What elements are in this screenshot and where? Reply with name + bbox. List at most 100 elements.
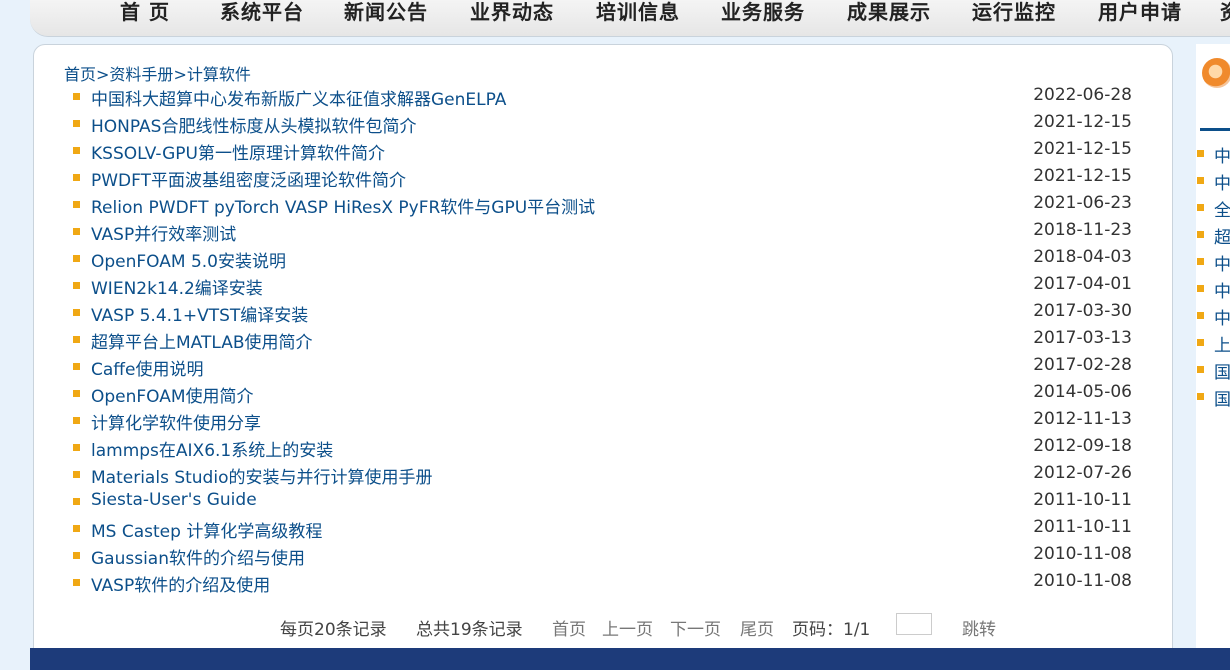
first-page-link[interactable]: 首页 <box>552 615 586 640</box>
article-link[interactable]: Caffe使用说明 <box>91 355 203 380</box>
nav-training[interactable]: 培训信息 <box>596 0 680 25</box>
list-item: KSSOLV-GPU第一性原理计算软件简介 2021-12-15 <box>70 139 1134 168</box>
bullet-icon <box>73 255 80 262</box>
article-link[interactable]: KSSOLV-GPU第一性原理计算软件简介 <box>91 139 385 164</box>
nav-home[interactable]: 首 页 <box>120 0 170 25</box>
next-page-link[interactable]: 下一页 <box>670 615 721 640</box>
bullet-icon <box>73 363 80 370</box>
sidebar-header-icon <box>1202 58 1230 88</box>
page-number-text: 页码：1/1 <box>792 620 871 640</box>
sidebar-link[interactable]: 中 <box>1214 277 1230 302</box>
list-item: 全 <box>1196 198 1230 225</box>
article-link[interactable]: HONPAS合肥线性标度从头模拟软件包简介 <box>91 112 416 137</box>
bullet-icon <box>73 444 80 451</box>
article-date: 2017-03-13 <box>1033 328 1132 348</box>
breadcrumb-home[interactable]: 首页 <box>64 65 96 84</box>
article-date: 2021-06-23 <box>1033 193 1132 213</box>
article-link[interactable]: 超算平台上MATLAB使用简介 <box>91 328 313 353</box>
list-item: Caffe使用说明 2017-02-28 <box>70 355 1134 384</box>
divider <box>1200 128 1230 131</box>
breadcrumb-current[interactable]: 计算软件 <box>187 65 251 84</box>
article-date: 2021-12-15 <box>1033 166 1132 186</box>
bullet-icon <box>73 579 80 586</box>
prev-page-link[interactable]: 上一页 <box>602 615 653 640</box>
last-page-link[interactable]: 尾页 <box>740 615 774 640</box>
article-date: 2010-11-08 <box>1033 544 1132 564</box>
article-link[interactable]: VASP 5.4.1+VTST编译安装 <box>91 301 308 326</box>
article-date: 2017-03-30 <box>1033 301 1132 321</box>
article-link[interactable]: OpenFOAM 5.0安装说明 <box>91 247 286 272</box>
article-date: 2021-12-15 <box>1033 112 1132 132</box>
list-item: OpenFOAM 5.0安装说明 2018-04-03 <box>70 247 1134 276</box>
footer-bar <box>30 648 1230 670</box>
list-item: OpenFOAM使用简介 2014-05-06 <box>70 382 1134 411</box>
sidebar-link[interactable]: 国 <box>1214 385 1230 410</box>
bullet-icon <box>73 390 80 397</box>
article-link[interactable]: OpenFOAM使用简介 <box>91 382 254 407</box>
nav-achievements[interactable]: 成果展示 <box>847 0 931 25</box>
top-navigation: 首 页 系统平台 新闻公告 业界动态 培训信息 业务服务 成果展示 运行监控 用… <box>30 0 1230 37</box>
bullet-icon <box>73 147 80 154</box>
article-panel: 首页>资料手册>计算软件 中国科大超算中心发布新版广义本征值求解器GenELPA… <box>33 44 1173 656</box>
nav-monitoring[interactable]: 运行监控 <box>972 0 1056 25</box>
article-link[interactable]: 中国科大超算中心发布新版广义本征值求解器GenELPA <box>91 85 506 110</box>
list-item: 超 <box>1196 225 1230 252</box>
sidebar-link[interactable]: 中 <box>1214 142 1230 167</box>
article-date: 2012-09-18 <box>1033 436 1132 456</box>
list-item: Materials Studio的安装与并行计算使用手册 2012-07-26 <box>70 463 1134 492</box>
list-item: HONPAS合肥线性标度从头模拟软件包简介 2021-12-15 <box>70 112 1134 141</box>
jump-button[interactable]: 跳转 <box>962 615 996 640</box>
article-link[interactable]: VASP软件的介绍及使用 <box>91 571 270 596</box>
article-link[interactable]: 计算化学软件使用分享 <box>91 409 261 434</box>
article-link[interactable]: Materials Studio的安装与并行计算使用手册 <box>91 463 432 488</box>
bullet-icon <box>73 417 80 424</box>
article-date: 2011-10-11 <box>1033 517 1132 537</box>
article-link[interactable]: PWDFT平面波基组密度泛函理论软件简介 <box>91 166 406 191</box>
list-item: VASP 5.4.1+VTST编译安装 2017-03-30 <box>70 301 1134 330</box>
nav-system-platform[interactable]: 系统平台 <box>220 0 304 25</box>
bullet-icon <box>1197 285 1204 292</box>
list-item: MS Castep 计算化学高级教程 2011-10-11 <box>70 517 1134 546</box>
page-jump-input[interactable] <box>896 613 932 635</box>
article-link[interactable]: Relion PWDFT pyTorch VASP HiResX PyFR软件与… <box>91 193 595 218</box>
list-item: 中 <box>1196 279 1230 306</box>
article-link[interactable]: Gaussian软件的介绍与使用 <box>91 544 305 569</box>
article-link[interactable]: MS Castep 计算化学高级教程 <box>91 517 322 542</box>
article-link[interactable]: VASP并行效率测试 <box>91 220 236 245</box>
nav-more[interactable]: 资 <box>1220 0 1230 25</box>
bullet-icon <box>73 93 80 100</box>
bullet-icon <box>73 309 80 316</box>
sidebar-link[interactable]: 中 <box>1214 304 1230 329</box>
sidebar-link[interactable]: 全 <box>1214 196 1230 221</box>
nav-industry[interactable]: 业界动态 <box>470 0 554 25</box>
article-link[interactable]: Siesta-User's Guide <box>91 490 257 510</box>
breadcrumb-section[interactable]: 资料手册 <box>109 65 173 84</box>
bullet-icon <box>73 525 80 532</box>
bullet-icon <box>1197 339 1204 346</box>
nav-news[interactable]: 新闻公告 <box>344 0 428 25</box>
article-date: 2021-12-15 <box>1033 139 1132 159</box>
sidebar-link[interactable]: 中 <box>1214 169 1230 194</box>
sidebar-link[interactable]: 中 <box>1214 250 1230 275</box>
article-link[interactable]: WIEN2k14.2编译安装 <box>91 274 263 299</box>
bullet-icon <box>73 282 80 289</box>
article-date: 2018-11-23 <box>1033 220 1132 240</box>
article-list: 中国科大超算中心发布新版广义本征值求解器GenELPA 2022-06-28 HO… <box>70 85 1134 600</box>
article-date: 2014-05-06 <box>1033 382 1132 402</box>
list-item: 计算化学软件使用分享 2012-11-13 <box>70 409 1134 438</box>
list-item: lammps在AIX6.1系统上的安装 2012-09-18 <box>70 436 1134 465</box>
sidebar-link[interactable]: 超 <box>1214 223 1230 248</box>
list-item: 中 <box>1196 171 1230 198</box>
bullet-icon <box>1197 150 1204 157</box>
nav-services[interactable]: 业务服务 <box>721 0 805 25</box>
sidebar-link[interactable]: 国 <box>1214 358 1230 383</box>
list-item: VASP软件的介绍及使用 2010-11-08 <box>70 571 1134 600</box>
bullet-icon <box>1197 366 1204 373</box>
nav-user-apply[interactable]: 用户申请 <box>1098 0 1182 25</box>
list-item: 超算平台上MATLAB使用简介 2017-03-13 <box>70 328 1134 357</box>
list-item: Relion PWDFT pyTorch VASP HiResX PyFR软件与… <box>70 193 1134 222</box>
sidebar-link[interactable]: 上 <box>1214 331 1230 356</box>
article-link[interactable]: lammps在AIX6.1系统上的安装 <box>91 436 333 461</box>
total-records-text: 总共19条记录 <box>416 620 523 640</box>
article-date: 2011-10-11 <box>1033 490 1132 510</box>
